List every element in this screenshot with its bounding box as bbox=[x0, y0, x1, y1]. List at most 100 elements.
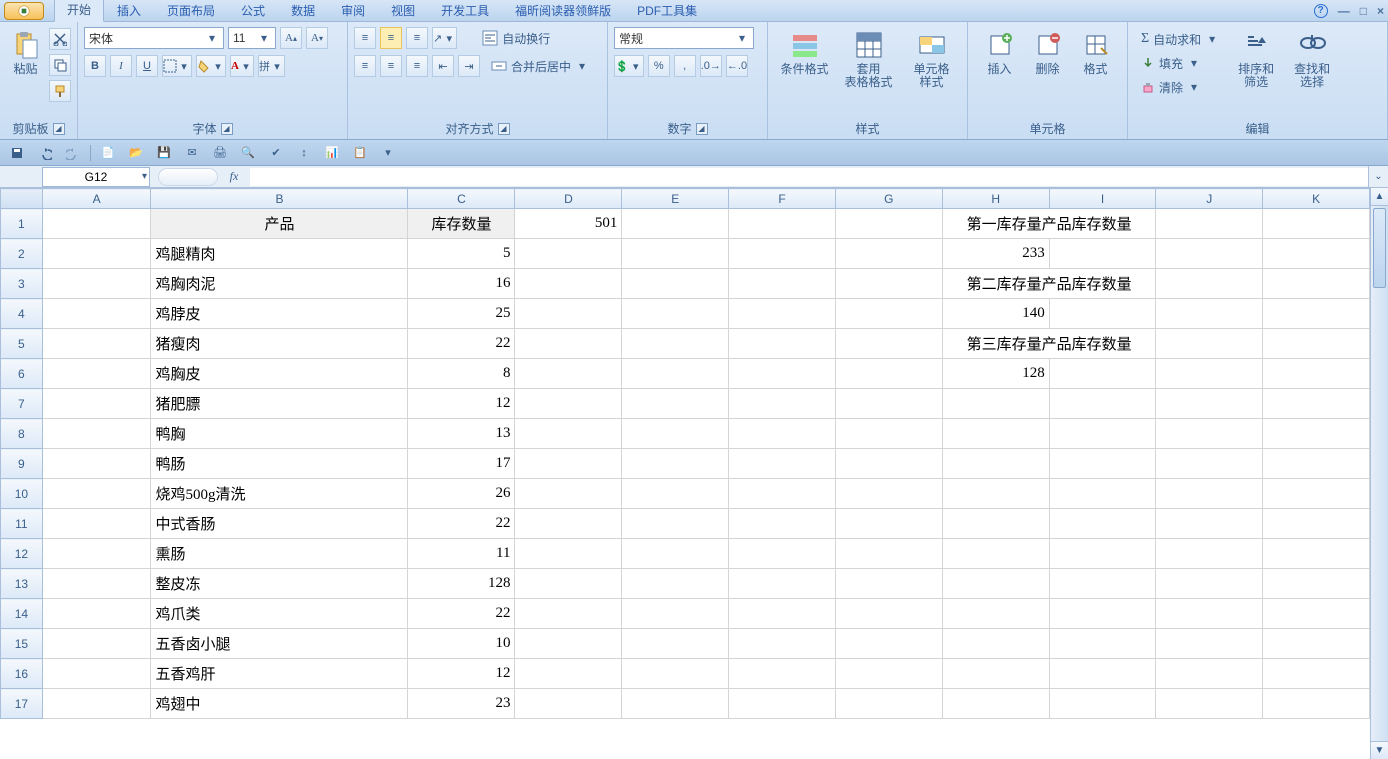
row-header-6[interactable]: 6 bbox=[1, 359, 43, 389]
cell-I11[interactable] bbox=[1049, 509, 1156, 539]
qat-open-button[interactable]: 📂 bbox=[125, 143, 147, 163]
cell-G14[interactable] bbox=[835, 599, 942, 629]
cell-D3[interactable] bbox=[515, 269, 622, 299]
cell-E14[interactable] bbox=[622, 599, 729, 629]
tab-4[interactable]: 数据 bbox=[278, 0, 328, 22]
cell-C12[interactable]: 11 bbox=[408, 539, 515, 569]
comma-button[interactable]: , bbox=[674, 55, 696, 77]
qat-chart-button[interactable]: 📊 bbox=[321, 143, 343, 163]
cell-A4[interactable] bbox=[42, 299, 151, 329]
cell-D13[interactable] bbox=[515, 569, 622, 599]
cell-A6[interactable] bbox=[42, 359, 151, 389]
cell-B11[interactable]: 中式香肠 bbox=[151, 509, 408, 539]
cell-H5[interactable]: 第三库存量产品库存数量 bbox=[942, 329, 1156, 359]
cell-C6[interactable]: 8 bbox=[408, 359, 515, 389]
formula-bar-buttons[interactable] bbox=[158, 168, 218, 186]
number-launcher[interactable]: ◢ bbox=[696, 123, 708, 135]
cell-C17[interactable]: 23 bbox=[408, 689, 515, 719]
cell-H3[interactable]: 第二库存量产品库存数量 bbox=[942, 269, 1156, 299]
qat-mail-button[interactable]: ✉ bbox=[181, 143, 203, 163]
cell-A10[interactable] bbox=[42, 479, 151, 509]
cell-K12[interactable] bbox=[1263, 539, 1370, 569]
cell-C10[interactable]: 26 bbox=[408, 479, 515, 509]
cell-B13[interactable]: 整皮冻 bbox=[151, 569, 408, 599]
cell-K16[interactable] bbox=[1263, 659, 1370, 689]
cell-E15[interactable] bbox=[622, 629, 729, 659]
cell-E8[interactable] bbox=[622, 419, 729, 449]
cell-I14[interactable] bbox=[1049, 599, 1156, 629]
cell-J16[interactable] bbox=[1156, 659, 1263, 689]
minimize-button[interactable]: — bbox=[1338, 4, 1350, 18]
cell-D2[interactable] bbox=[515, 239, 622, 269]
cell-C11[interactable]: 22 bbox=[408, 509, 515, 539]
cell-B8[interactable]: 鸭胸 bbox=[151, 419, 408, 449]
sort-filter-button[interactable]: 排序和 筛选 bbox=[1230, 26, 1282, 92]
row-header-12[interactable]: 12 bbox=[1, 539, 43, 569]
cell-D11[interactable] bbox=[515, 509, 622, 539]
cell-E5[interactable] bbox=[622, 329, 729, 359]
row-header-3[interactable]: 3 bbox=[1, 269, 43, 299]
cell-D10[interactable] bbox=[515, 479, 622, 509]
cell-H7[interactable] bbox=[942, 389, 1049, 419]
column-header-C[interactable]: C bbox=[408, 189, 515, 209]
column-header-K[interactable]: K bbox=[1263, 189, 1370, 209]
align-launcher[interactable]: ◢ bbox=[498, 123, 510, 135]
cell-F8[interactable] bbox=[729, 419, 836, 449]
row-header-8[interactable]: 8 bbox=[1, 419, 43, 449]
row-header-2[interactable]: 2 bbox=[1, 239, 43, 269]
cell-D1[interactable]: 501 bbox=[515, 209, 622, 239]
cell-H12[interactable] bbox=[942, 539, 1049, 569]
cell-A15[interactable] bbox=[42, 629, 151, 659]
column-header-I[interactable]: I bbox=[1049, 189, 1156, 209]
close-button[interactable]: × bbox=[1377, 4, 1384, 18]
cell-G9[interactable] bbox=[835, 449, 942, 479]
cell-G12[interactable] bbox=[835, 539, 942, 569]
clear-button[interactable]: 清除▾ bbox=[1134, 76, 1226, 98]
cell-D16[interactable] bbox=[515, 659, 622, 689]
cell-J13[interactable] bbox=[1156, 569, 1263, 599]
qat-new-button[interactable]: 📄 bbox=[97, 143, 119, 163]
cell-D6[interactable] bbox=[515, 359, 622, 389]
cell-A14[interactable] bbox=[42, 599, 151, 629]
help-icon[interactable]: ? bbox=[1314, 4, 1328, 18]
formula-bar-expand[interactable]: ⌄ bbox=[1368, 166, 1388, 187]
cell-F5[interactable] bbox=[729, 329, 836, 359]
cell-G7[interactable] bbox=[835, 389, 942, 419]
tab-9[interactable]: PDF工具集 bbox=[624, 0, 710, 22]
cell-D9[interactable] bbox=[515, 449, 622, 479]
qat-redo-button[interactable] bbox=[62, 143, 84, 163]
cell-E11[interactable] bbox=[622, 509, 729, 539]
cell-K15[interactable] bbox=[1263, 629, 1370, 659]
select-all-corner[interactable] bbox=[1, 189, 43, 209]
cell-D5[interactable] bbox=[515, 329, 622, 359]
cell-C9[interactable]: 17 bbox=[408, 449, 515, 479]
decrease-decimal-button[interactable]: ←.0 bbox=[726, 55, 748, 77]
merge-center-button[interactable]: 合并后居中▾ bbox=[484, 55, 596, 77]
align-bottom-button[interactable]: ≡ bbox=[406, 27, 428, 49]
number-format-combo[interactable]: 常规▾ bbox=[614, 27, 754, 49]
cell-E3[interactable] bbox=[622, 269, 729, 299]
formula-input[interactable] bbox=[250, 168, 1368, 186]
cell-B3[interactable]: 鸡胸肉泥 bbox=[151, 269, 408, 299]
cell-K1[interactable] bbox=[1263, 209, 1370, 239]
cell-A7[interactable] bbox=[42, 389, 151, 419]
cell-A3[interactable] bbox=[42, 269, 151, 299]
sheet-table[interactable]: ABCDEFGHIJK1产品库存数量501第一库存量产品库存数量2鸡腿精肉523… bbox=[0, 188, 1370, 719]
cell-J12[interactable] bbox=[1156, 539, 1263, 569]
accounting-format-button[interactable]: 💲▾ bbox=[614, 55, 644, 77]
cell-J1[interactable] bbox=[1156, 209, 1263, 239]
cell-K5[interactable] bbox=[1263, 329, 1370, 359]
cell-F6[interactable] bbox=[729, 359, 836, 389]
cell-F14[interactable] bbox=[729, 599, 836, 629]
cell-C2[interactable]: 5 bbox=[408, 239, 515, 269]
autosum-button[interactable]: Σ自动求和▾ bbox=[1134, 28, 1226, 50]
cell-G13[interactable] bbox=[835, 569, 942, 599]
office-button[interactable] bbox=[4, 2, 44, 20]
cell-B5[interactable]: 猪瘦肉 bbox=[151, 329, 408, 359]
column-header-H[interactable]: H bbox=[942, 189, 1049, 209]
cell-J9[interactable] bbox=[1156, 449, 1263, 479]
cell-F3[interactable] bbox=[729, 269, 836, 299]
cell-D7[interactable] bbox=[515, 389, 622, 419]
fx-button[interactable]: fx bbox=[224, 168, 244, 186]
tab-2[interactable]: 页面布局 bbox=[154, 0, 228, 22]
